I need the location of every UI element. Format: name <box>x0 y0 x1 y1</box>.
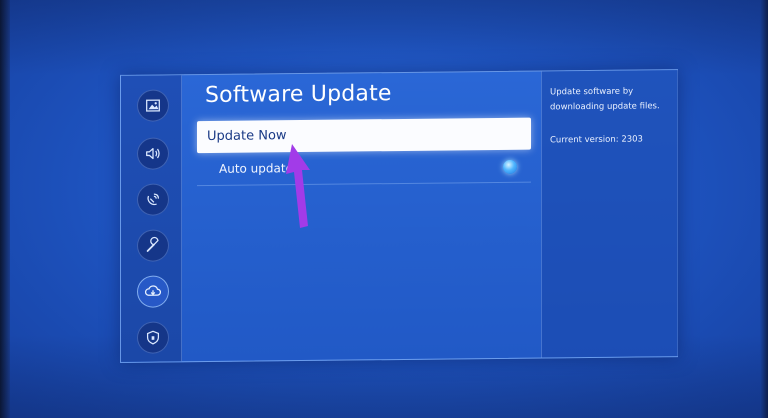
general-icon[interactable] <box>137 229 169 262</box>
pointer-arrow-icon <box>286 144 310 228</box>
sound-icon[interactable] <box>137 137 169 170</box>
info-description: Update software by downloading update fi… <box>550 86 660 113</box>
page-title: Software Update <box>205 81 392 109</box>
update-now-label: Update Now <box>207 128 287 145</box>
support-icon[interactable] <box>137 275 169 308</box>
broadcasting-icon[interactable] <box>137 183 169 216</box>
picture-icon[interactable] <box>137 89 169 122</box>
info-panel: Update software by downloading update fi… <box>541 70 678 358</box>
settings-category-rail <box>121 75 182 362</box>
auto-update-item[interactable]: Auto update <box>197 153 531 187</box>
settings-panel: Software Update Update Now Auto update U… <box>120 69 678 363</box>
update-now-item[interactable]: Update Now <box>197 117 531 154</box>
auto-update-toggle[interactable] <box>503 159 517 174</box>
current-version: Current version: 2303 <box>550 134 643 146</box>
privacy-icon[interactable] <box>137 321 169 354</box>
software-update-menu: Software Update Update Now Auto update <box>191 72 537 362</box>
